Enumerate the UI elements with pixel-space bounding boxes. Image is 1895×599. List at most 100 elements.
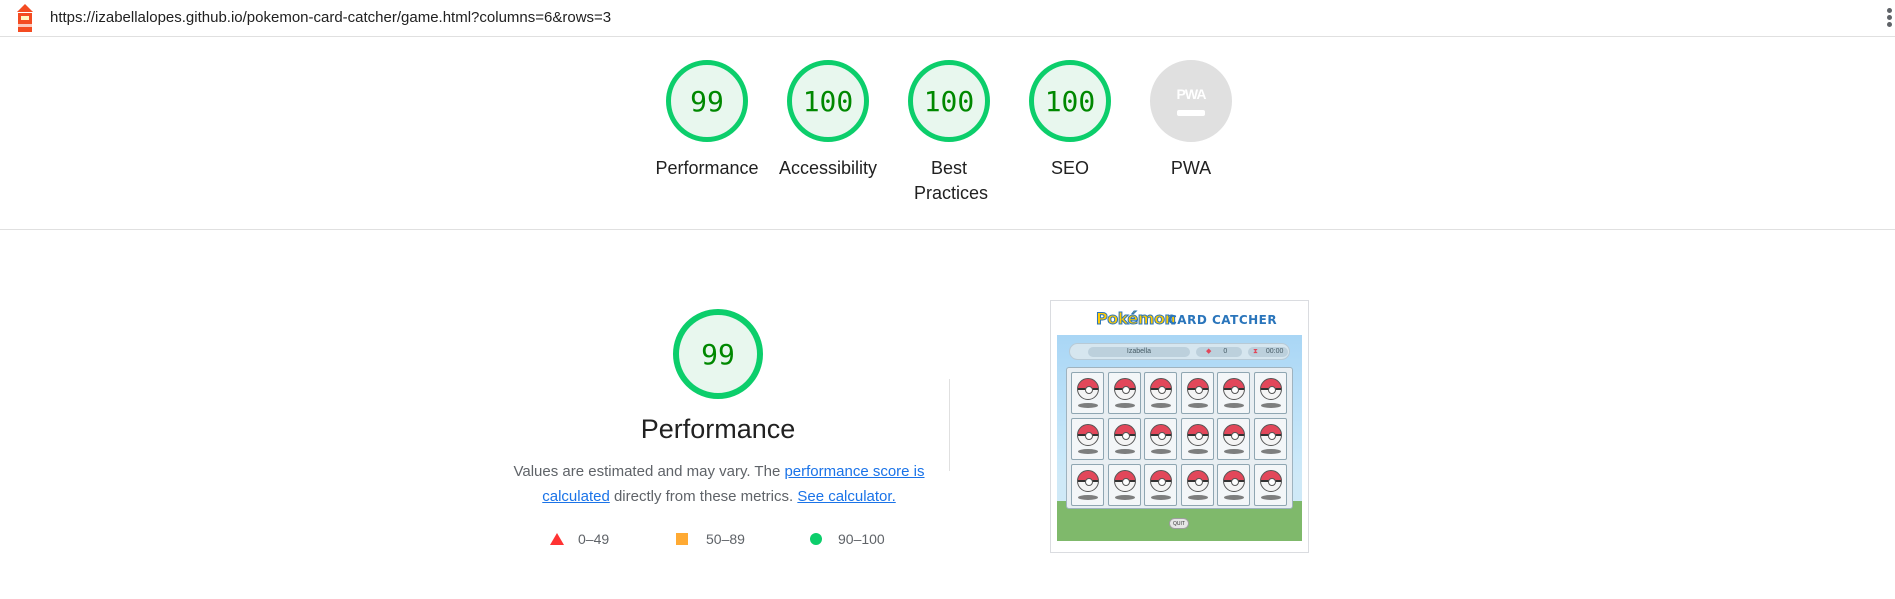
kebab-menu-icon[interactable] — [1883, 6, 1895, 30]
pokeball-icon — [1259, 424, 1282, 446]
pokeball-icon — [1077, 424, 1099, 446]
shadow — [1151, 495, 1171, 500]
pokeball-icon — [1223, 470, 1245, 492]
category-gauges: 99 Performance 100 Accessibility 100 Bes… — [0, 60, 1895, 220]
gauge-label: Accessibility — [778, 158, 878, 178]
pwa-badge-text: PWA — [1176, 86, 1207, 102]
pokeball-card — [1253, 418, 1287, 460]
card-catcher-title: CARD CATCHER — [1168, 313, 1278, 327]
score-ring: 100 — [787, 60, 869, 142]
pokeball-icon — [1223, 378, 1245, 400]
pokeball-card — [1107, 464, 1141, 506]
hourglass-icon: ⧗ — [1253, 348, 1258, 355]
pwa-badge: PWA — [1150, 60, 1232, 142]
legend-range: 50–89 — [706, 531, 745, 547]
pokeball-icon — [1150, 378, 1172, 400]
moves-icon: ◆ — [1206, 348, 1212, 355]
pokeball-card — [1144, 464, 1177, 506]
shadow — [1078, 449, 1098, 454]
pokemon-logo: Pokémon — [1095, 309, 1176, 329]
page-url: https://izabellalopes.github.io/pokemon-… — [50, 9, 612, 26]
shadow — [1224, 403, 1244, 408]
score-ring: 100 — [1029, 60, 1111, 142]
pokeball-icon — [1150, 470, 1172, 492]
shadow — [1187, 403, 1208, 408]
score-value: 0 — [1223, 348, 1228, 355]
shadow — [1187, 449, 1208, 454]
timer-value: 00:00 — [1265, 348, 1284, 355]
gauge-seo[interactable]: 100 SEO — [1010, 60, 1130, 181]
desc-text: directly from these metrics. — [609, 488, 798, 505]
pokeball-icon — [1259, 378, 1282, 400]
pokeball-card — [1180, 418, 1214, 460]
score-value: 100 — [923, 84, 975, 118]
shadow — [1187, 495, 1208, 500]
card-board — [1066, 367, 1293, 509]
performance-description: Values are estimated and may vary. The p… — [510, 459, 928, 509]
pokeball-icon — [1113, 470, 1136, 492]
shadow — [1114, 449, 1135, 454]
pokeball-card — [1217, 418, 1250, 460]
score-ring: 100 — [908, 60, 990, 142]
shadow — [1260, 403, 1281, 408]
pokeball-card — [1180, 372, 1214, 414]
gauge-label: PWA — [1170, 158, 1212, 178]
triangle-icon — [550, 533, 564, 545]
see-calculator-link[interactable]: See calculator. — [797, 488, 895, 505]
legend-fail: 0–49 — [550, 531, 609, 547]
gauge-accessibility[interactable]: 100 Accessibility — [768, 60, 888, 181]
pokeball-card — [1071, 464, 1104, 506]
pokeball-icon — [1186, 424, 1209, 446]
shadow — [1151, 449, 1171, 454]
pokeball-card — [1217, 464, 1250, 506]
legend-range: 90–100 — [838, 531, 885, 547]
pokeball-icon — [1259, 470, 1282, 492]
shadow — [1260, 495, 1281, 500]
performance-title: Performance — [640, 414, 796, 444]
final-screenshot-thumbnail[interactable]: Pokémon CARD CATCHER Izabella ◆ 0 ⧗ 00:0… — [1050, 300, 1309, 553]
circle-icon — [810, 533, 822, 545]
score-value: 100 — [1044, 84, 1096, 118]
pokeball-icon — [1150, 424, 1172, 446]
timer-display: ⧗ 00:00 — [1248, 347, 1288, 357]
score-display: ◆ 0 — [1196, 347, 1242, 357]
pokeball-card — [1144, 372, 1177, 414]
pokeball-card — [1217, 372, 1250, 414]
pokeball-card — [1107, 372, 1141, 414]
pokeball-card — [1253, 464, 1287, 506]
pokeball-card — [1071, 372, 1104, 414]
shadow — [1260, 449, 1281, 454]
shadow — [1114, 403, 1135, 408]
url-bar: https://izabellalopes.github.io/pokemon-… — [0, 0, 1895, 37]
pokeball-icon — [1113, 378, 1136, 400]
square-icon — [676, 533, 688, 545]
shadow — [1114, 495, 1135, 500]
pokeball-icon — [1223, 424, 1245, 446]
gauge-best-practices[interactable]: 100 Best Practices — [889, 60, 1009, 206]
gauge-label: SEO — [1050, 158, 1089, 178]
performance-score: 99 — [701, 337, 735, 371]
legend-range: 0–49 — [578, 531, 610, 547]
pokeball-icon — [1186, 470, 1209, 492]
gauge-label: Best Practices — [914, 158, 989, 203]
pokeball-icon — [1113, 424, 1136, 446]
shadow — [1078, 495, 1098, 500]
pokeball-icon — [1077, 378, 1099, 400]
gauge-performance[interactable]: 99 Performance — [647, 60, 767, 181]
quit-button: QUIT — [1169, 518, 1189, 529]
desc-text: Values are estimated and may vary. The — [513, 463, 785, 480]
performance-score-ring: 99 — [673, 309, 763, 399]
pokeball-card — [1180, 464, 1214, 506]
score-legend: 0–49 50–89 90–100 — [0, 531, 1895, 551]
score-value: 99 — [690, 84, 724, 118]
shadow — [1151, 403, 1171, 408]
shadow — [1224, 495, 1244, 500]
legend-average: 50–89 — [676, 531, 745, 547]
player-name: Izabella — [1088, 347, 1190, 357]
gauge-pwa[interactable]: PWA PWA — [1131, 60, 1251, 181]
game-status-bar: Izabella ◆ 0 ⧗ 00:00 — [1069, 343, 1290, 360]
legend-pass: 90–100 — [810, 531, 885, 547]
gauge-label: Performance — [655, 158, 759, 178]
shadow — [1078, 403, 1098, 408]
pokeball-icon — [1186, 378, 1209, 400]
